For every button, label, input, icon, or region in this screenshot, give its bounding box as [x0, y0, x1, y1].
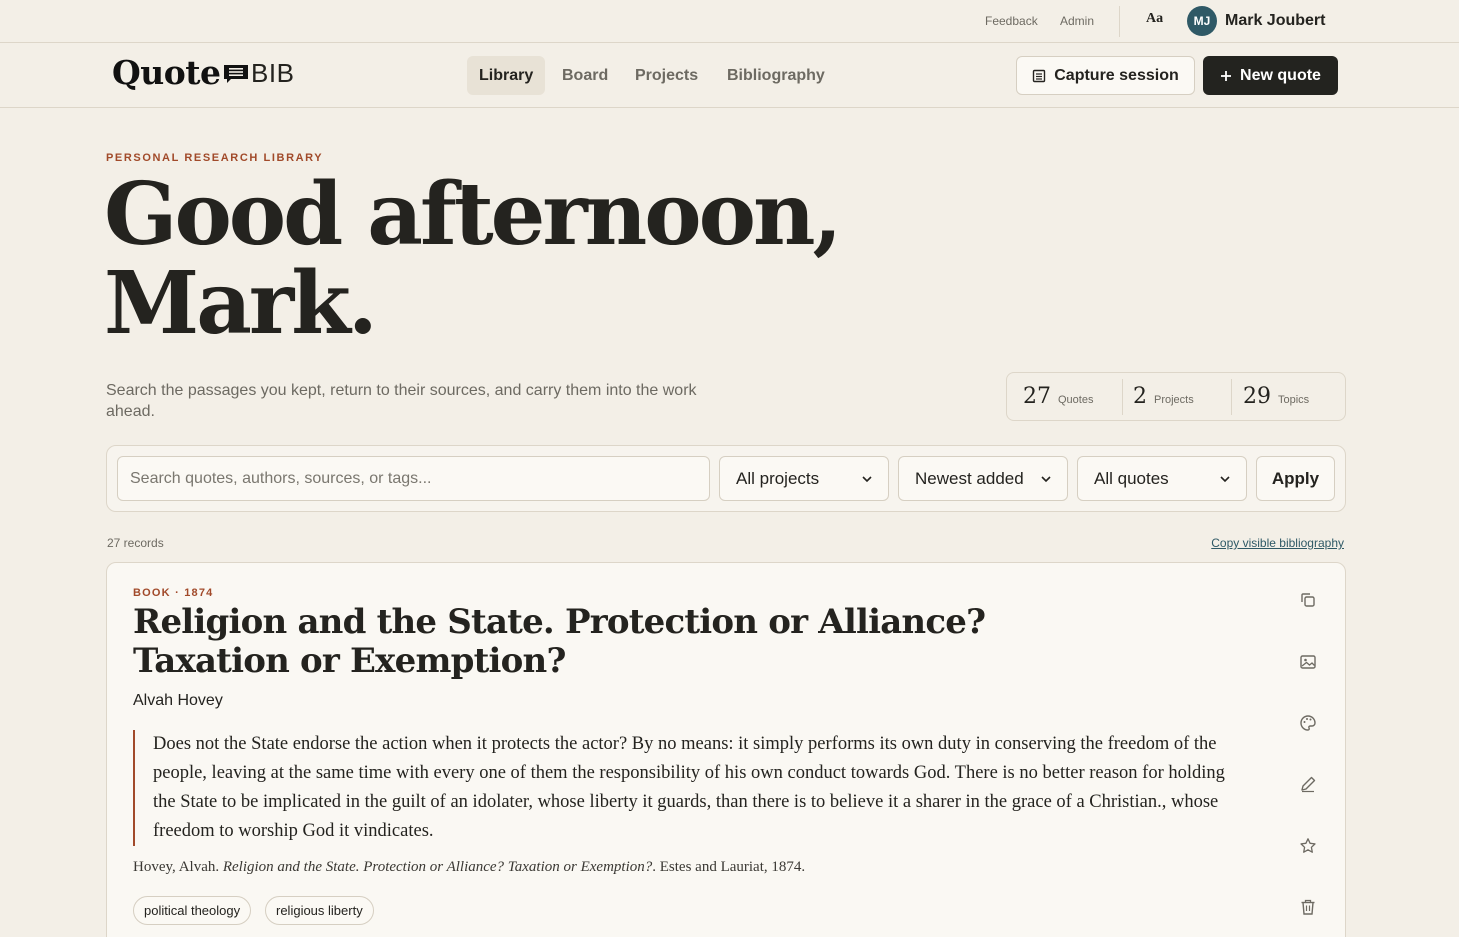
new-quote-label: New quote	[1240, 66, 1321, 84]
stat-topics: 29 Topics	[1243, 373, 1309, 420]
nav-board[interactable]: Board	[550, 56, 620, 95]
stat-label: Quotes	[1058, 393, 1094, 406]
quote-filter-value: All quotes	[1094, 468, 1169, 488]
stat-value: 29	[1243, 384, 1271, 409]
nav-bibliography[interactable]: Bibliography	[715, 56, 837, 95]
capture-session-label: Capture session	[1054, 66, 1179, 84]
copy-icon[interactable]	[1299, 591, 1319, 611]
project-select-value: All projects	[736, 468, 820, 488]
record-count: 27 records	[107, 536, 164, 550]
star-icon[interactable]	[1299, 837, 1319, 857]
search-panel: All projects Newest added All quotes App…	[106, 445, 1346, 512]
page-title: Good afternoon, Mark.	[104, 170, 864, 348]
quote-text: Does not the State endorse the action wh…	[133, 730, 1243, 846]
quote-author: Alvah Hovey	[133, 692, 223, 709]
document-list-icon	[1033, 69, 1046, 82]
utility-bar: Feedback Admin Aa MJ Mark Joubert	[0, 0, 1459, 43]
stat-value: 2	[1133, 384, 1147, 409]
project-select[interactable]: All projects	[719, 456, 889, 501]
quote-meta: BOOK · 1874	[133, 587, 213, 599]
image-icon[interactable]	[1299, 653, 1319, 673]
user-name[interactable]: Mark Joubert	[1225, 12, 1325, 30]
main-header: Quote BIB Library Board Projects Bibliog…	[0, 43, 1459, 108]
stat-value: 27	[1023, 384, 1051, 409]
intro-text: Search the passages you kept, return to …	[106, 382, 697, 420]
citation-prefix: Hovey, Alvah.	[133, 859, 223, 875]
plus-icon	[1221, 70, 1232, 81]
stat-divider	[1231, 379, 1232, 415]
chevron-down-icon	[862, 475, 872, 482]
stat-label: Projects	[1154, 393, 1194, 406]
quote-type: BOOK	[133, 587, 171, 599]
nav-library[interactable]: Library	[467, 56, 546, 95]
search-input[interactable]	[117, 456, 710, 501]
apply-button[interactable]: Apply	[1256, 456, 1335, 501]
new-quote-button[interactable]: New quote	[1203, 56, 1338, 95]
utility-divider	[1119, 6, 1120, 37]
logo-bib-text: BIB	[251, 58, 295, 88]
avatar[interactable]: MJ	[1187, 6, 1217, 36]
stats-panel: 27 Quotes 2 Projects 29 Topics	[1006, 372, 1346, 421]
nav-projects[interactable]: Projects	[623, 56, 710, 95]
chevron-down-icon	[1220, 475, 1230, 482]
sort-select-value: Newest added	[915, 468, 1024, 488]
sort-select[interactable]: Newest added	[898, 456, 1068, 501]
stat-divider	[1122, 379, 1123, 415]
citation-suffix: . Estes and Lauriat, 1874.	[652, 859, 806, 875]
speech-bubble-icon	[224, 65, 248, 83]
admin-link[interactable]: Admin	[1060, 14, 1094, 28]
quote-year: · 1874	[175, 587, 214, 599]
palette-icon[interactable]	[1299, 714, 1319, 734]
stat-label: Topics	[1278, 393, 1310, 406]
tag-chip[interactable]: political theology	[133, 896, 252, 925]
greeting-line-1: Good afternoon,	[104, 164, 842, 265]
chevron-down-icon	[1041, 475, 1051, 482]
greeting-line-2: Mark.	[104, 253, 378, 354]
font-size-toggle[interactable]: Aa	[1146, 11, 1163, 27]
feedback-link[interactable]: Feedback	[985, 14, 1038, 28]
capture-session-button[interactable]: Capture session	[1016, 56, 1195, 95]
stat-projects: 2 Projects	[1133, 373, 1194, 420]
quote-citation: Hovey, Alvah. Religion and the State. Pr…	[133, 859, 805, 876]
quote-title[interactable]: Religion and the State. Protection or Al…	[133, 603, 1133, 681]
copy-bibliography-link[interactable]: Copy visible bibliography	[1211, 536, 1344, 550]
citation-title: Religion and the State. Protection or Al…	[222, 859, 653, 875]
tag-chip[interactable]: religious liberty	[265, 896, 374, 925]
quote-card: BOOK · 1874 Religion and the State. Prot…	[106, 562, 1346, 937]
logo-quote-text: Quote	[112, 53, 221, 92]
trash-icon[interactable]	[1299, 898, 1319, 918]
pencil-icon[interactable]	[1299, 775, 1319, 795]
eyebrow: PERSONAL RESEARCH LIBRARY	[106, 152, 324, 164]
stat-quotes: 27 Quotes	[1023, 373, 1093, 420]
quote-filter-select[interactable]: All quotes	[1077, 456, 1247, 501]
